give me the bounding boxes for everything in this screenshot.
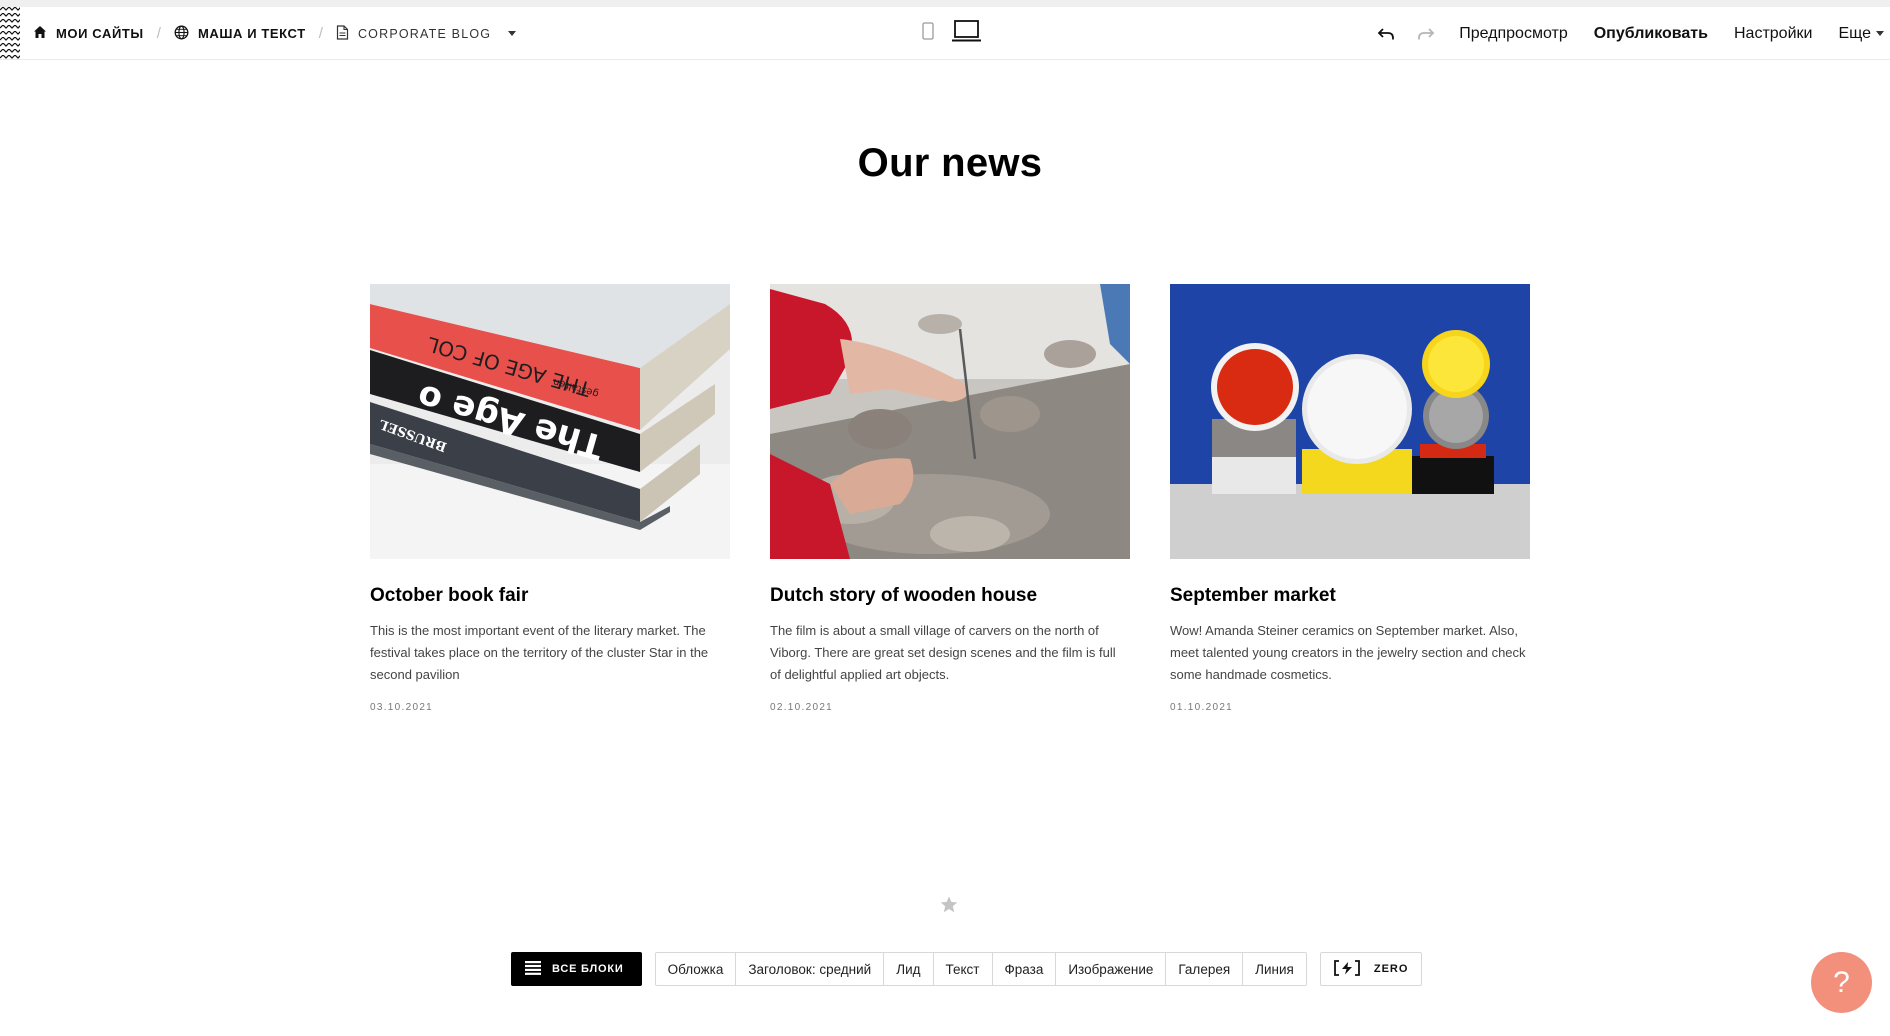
card-image-pottery[interactable] — [770, 284, 1130, 559]
card-title[interactable]: Dutch story of wooden house — [770, 584, 1130, 609]
chip-image[interactable]: Изображение — [1055, 953, 1165, 985]
phone-icon[interactable] — [922, 22, 934, 45]
globe-icon — [174, 25, 189, 43]
breadcrumb: МОИ САЙТЫ / МАША И ТЕКСТ / CORPORATE BLO… — [33, 7, 517, 60]
page-icon — [336, 24, 349, 43]
card-date: 01.10.2021 — [1170, 701, 1234, 713]
help-button[interactable]: ? — [1811, 952, 1872, 1013]
publish-button[interactable]: Опубликовать — [1594, 25, 1708, 43]
zero-block-button[interactable]: ZERO — [1319, 952, 1423, 986]
news-card[interactable]: THE AGE OF COL The Age o BRUSSEL gestalt… — [370, 284, 730, 713]
card-title[interactable]: September market — [1170, 584, 1530, 609]
laptop-icon[interactable] — [952, 20, 981, 47]
zero-label: ZERO — [1373, 963, 1409, 975]
breadcrumb-label: CORPORATE BLOG — [357, 26, 492, 41]
chip-text[interactable]: Текст — [932, 953, 992, 985]
breadcrumb-page[interactable]: CORPORATE BLOG — [336, 24, 517, 43]
toolbar-actions: Предпросмотр Опубликовать Настройки Еще — [1366, 7, 1890, 60]
card-image-books[interactable]: THE AGE OF COL The Age o BRUSSEL gestalt… — [370, 284, 730, 559]
breadcrumb-separator: / — [156, 25, 161, 42]
editor-toolbar: МОИ САЙТЫ / МАША И ТЕКСТ / CORPORATE BLO… — [0, 7, 1890, 60]
more-label: Еще — [1838, 24, 1871, 42]
zero-block-icon — [1333, 959, 1360, 979]
all-blocks-label: ВСЕ БЛОКИ — [552, 963, 624, 975]
chip-heading-medium[interactable]: Заголовок: средний — [735, 953, 883, 985]
device-switcher — [922, 7, 981, 60]
settings-button[interactable]: Настройки — [1734, 25, 1812, 43]
news-grid: THE AGE OF COL The Age o BRUSSEL gestalt… — [370, 284, 1530, 713]
undo-icon[interactable] — [1366, 7, 1406, 60]
chip-lead[interactable]: Лид — [883, 953, 932, 985]
chip-line[interactable]: Линия — [1242, 953, 1306, 985]
top-strip — [0, 0, 1890, 7]
help-icon: ? — [1833, 965, 1850, 999]
block-type-chips: Обложка Заголовок: средний Лид Текст Фра… — [654, 952, 1307, 986]
card-title[interactable]: October book fair — [370, 584, 730, 609]
home-icon — [33, 25, 47, 42]
breadcrumb-label: МАША И ТЕКСТ — [197, 26, 306, 41]
logo-pattern — [0, 7, 20, 60]
preview-button[interactable]: Предпросмотр — [1459, 25, 1568, 43]
all-blocks-button[interactable]: ВСЕ БЛОКИ — [511, 952, 642, 986]
chevron-down-icon — [1876, 31, 1884, 36]
news-card[interactable]: Dutch story of wooden house The film is … — [770, 284, 1130, 713]
breadcrumb-my-sites[interactable]: МОИ САЙТЫ — [33, 25, 144, 42]
news-card[interactable]: September market Wow! Amanda Steiner cer… — [1170, 284, 1530, 713]
card-date: 03.10.2021 — [370, 701, 434, 713]
card-description: The film is about a small village of car… — [770, 622, 1116, 682]
card-date: 02.10.2021 — [770, 701, 834, 713]
breadcrumb-separator: / — [318, 25, 323, 42]
star-icon[interactable] — [940, 896, 958, 918]
card-description: Wow! Amanda Steiner ceramics on Septembe… — [1170, 622, 1526, 682]
card-image-ceramics[interactable] — [1170, 284, 1530, 559]
block-library-bar: ВСЕ БЛОКИ Обложка Заголовок: средний Лид… — [511, 952, 1423, 986]
redo-icon[interactable] — [1406, 7, 1446, 60]
chip-cover[interactable]: Обложка — [656, 953, 736, 985]
chip-phrase[interactable]: Фраза — [991, 953, 1056, 985]
more-menu-button[interactable]: Еще — [1838, 25, 1884, 43]
breadcrumb-project[interactable]: МАША И ТЕКСТ — [174, 25, 306, 43]
card-description: This is the most important event of the … — [370, 622, 709, 682]
chevron-down-icon[interactable] — [508, 31, 517, 36]
chip-gallery[interactable]: Галерея — [1165, 953, 1242, 985]
breadcrumb-label: МОИ САЙТЫ — [56, 26, 144, 41]
page-title: Our news — [857, 141, 1043, 185]
list-icon — [525, 960, 541, 978]
